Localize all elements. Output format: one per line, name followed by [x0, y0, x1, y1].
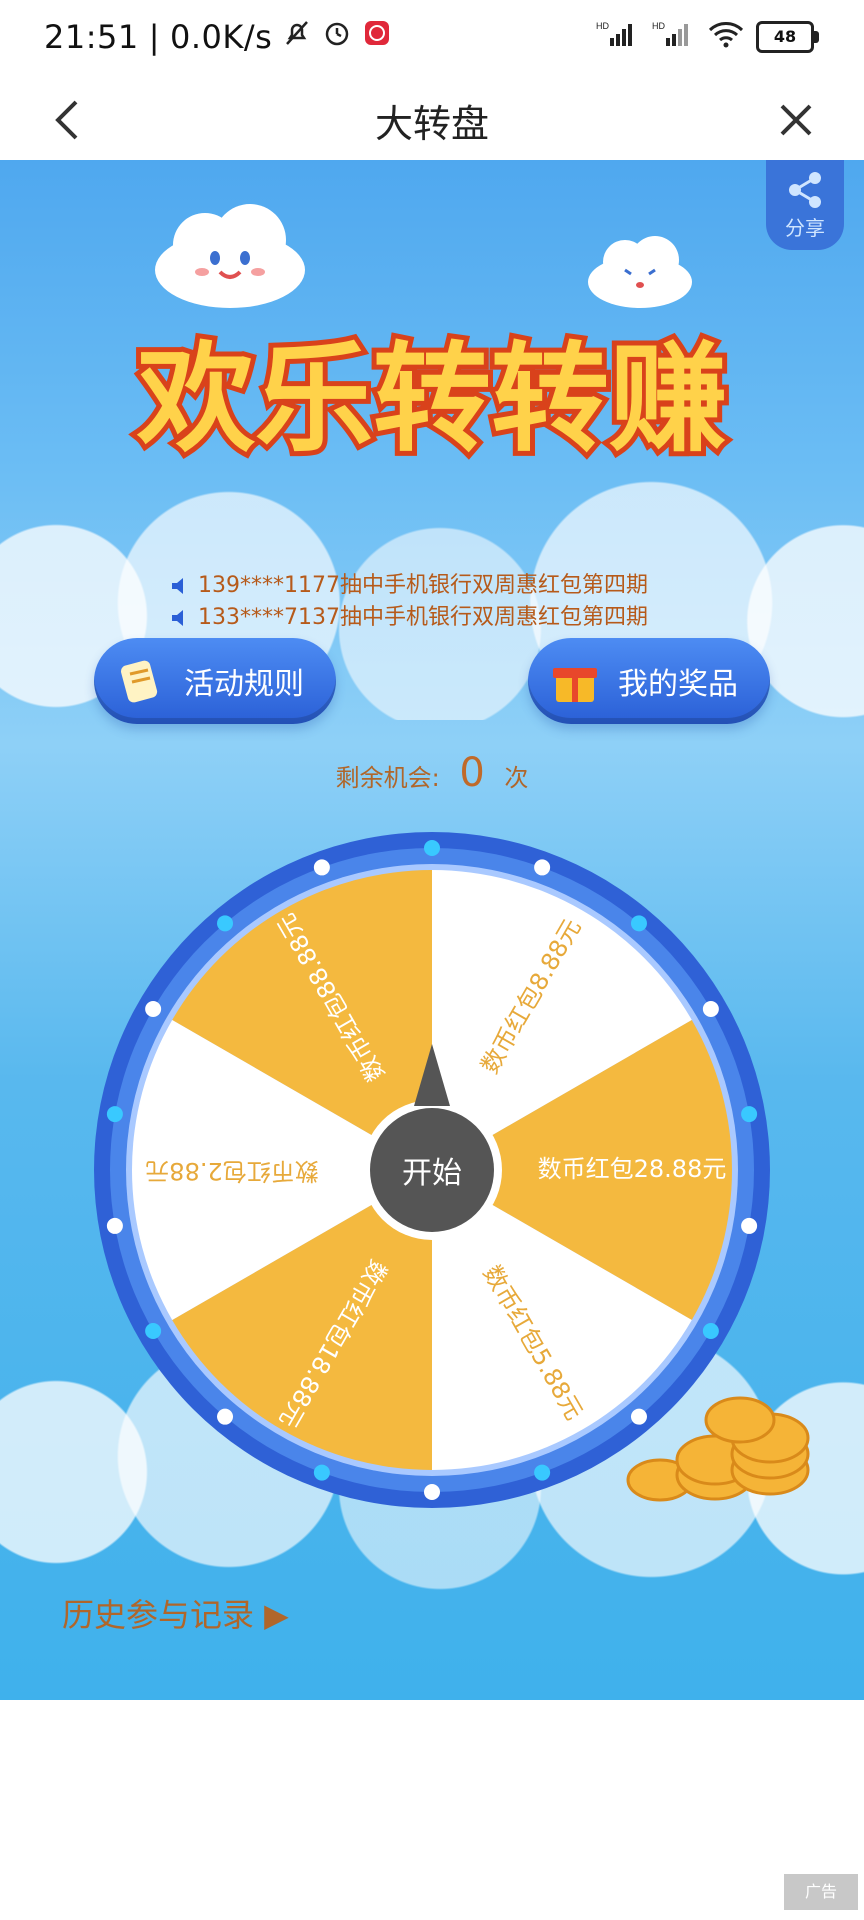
wheel-light	[702, 1323, 719, 1339]
start-button[interactable]: 开始	[362, 1044, 502, 1240]
close-button[interactable]	[756, 80, 836, 160]
page-title: 大转盘	[374, 101, 489, 146]
wheel-light	[145, 1001, 162, 1017]
wheel-light	[424, 1484, 440, 1500]
nav-bar: 大转盘	[0, 80, 864, 160]
cloud-character-right	[585, 230, 695, 310]
gold-coins-icon	[626, 1396, 810, 1502]
scroll-icon	[121, 660, 158, 703]
my-prizes-label: 我的奖品	[618, 667, 738, 702]
activity-rules-button[interactable]: 活动规则	[94, 638, 336, 724]
banner-title: 欢乐转转赚	[136, 330, 727, 468]
status-time: 21:51	[44, 18, 139, 56]
wheel-light	[702, 1001, 719, 1017]
wifi-icon	[708, 20, 744, 54]
banner-title-logo: 欢乐转转赚	[131, 325, 732, 473]
speaker-icon	[172, 610, 183, 626]
history-records-link[interactable]: 历史参与记录 ▶	[62, 1590, 289, 1636]
svg-text:HD: HD	[596, 21, 609, 31]
remaining-chances-count: 0	[459, 750, 485, 796]
wheel-light	[313, 1464, 330, 1481]
remaining-chances-unit: 次	[504, 764, 529, 792]
wheel-light	[217, 1408, 234, 1425]
wheel-light	[145, 1323, 162, 1339]
status-divider: |	[148, 18, 160, 56]
signal-icon: HD	[596, 20, 640, 54]
close-icon	[780, 104, 812, 136]
pointer-icon	[414, 1044, 450, 1106]
cloud-character-left	[150, 200, 310, 310]
svg-text:HD: HD	[652, 21, 665, 31]
ad-badge: 广告	[784, 1874, 858, 1910]
status-network-speed: 0.0K/s	[170, 18, 273, 56]
wheel-light	[741, 1217, 758, 1234]
remaining-chances: 剩余机会: 0 次	[0, 750, 864, 796]
mute-icon	[282, 18, 312, 56]
ticker-item: 133****7137抽中手机银行双周惠红包第四期	[170, 602, 700, 634]
my-prizes-button[interactable]: 我的奖品	[528, 638, 770, 724]
share-icon	[789, 171, 821, 208]
winner-ticker: 139****1177抽中手机银行双周惠红包第四期 133****7137抽中手…	[170, 570, 700, 634]
speaker-icon	[172, 578, 183, 594]
app-notification-icon	[362, 18, 392, 56]
wheel-light	[313, 859, 330, 876]
wheel-light	[424, 840, 440, 856]
start-button-face: 开始	[370, 1108, 494, 1232]
battery-indicator: 48	[756, 21, 819, 53]
back-button[interactable]	[28, 80, 108, 160]
share-label: 分享	[785, 215, 825, 240]
signal-icon-2: HD	[652, 20, 696, 54]
wheel-prize-label: 数币红包2.88元	[145, 1157, 318, 1185]
activity-rules-label: 活动规则	[184, 667, 304, 702]
wheel-light	[534, 859, 551, 876]
status-bar: 21:51 | 0.0K/s HD HD 48	[0, 0, 864, 80]
wheel-light	[630, 915, 647, 932]
wheel-light	[741, 1106, 758, 1123]
wheel-light	[106, 1217, 123, 1234]
alarm-icon	[322, 18, 352, 56]
wheel-light	[217, 915, 234, 932]
status-left: 21:51 | 0.0K/s	[44, 18, 392, 56]
gift-icon	[553, 668, 597, 702]
chevron-left-icon	[55, 100, 78, 140]
status-right: HD HD 48	[596, 20, 819, 54]
wheel-light	[106, 1106, 123, 1123]
remaining-chances-label: 剩余机会:	[335, 764, 440, 792]
wheel-light	[534, 1464, 551, 1481]
ticker-item: 139****1177抽中手机银行双周惠红包第四期	[170, 570, 700, 602]
lottery-hero: 分享 欢乐转转赚 139****1177抽中手机银行双周惠红包第四期 133**…	[0, 160, 864, 1700]
start-label: 开始	[402, 1156, 462, 1191]
wheel-prize-label: 数币红包28.88元	[538, 1155, 727, 1183]
share-button[interactable]: 分享	[766, 160, 844, 250]
